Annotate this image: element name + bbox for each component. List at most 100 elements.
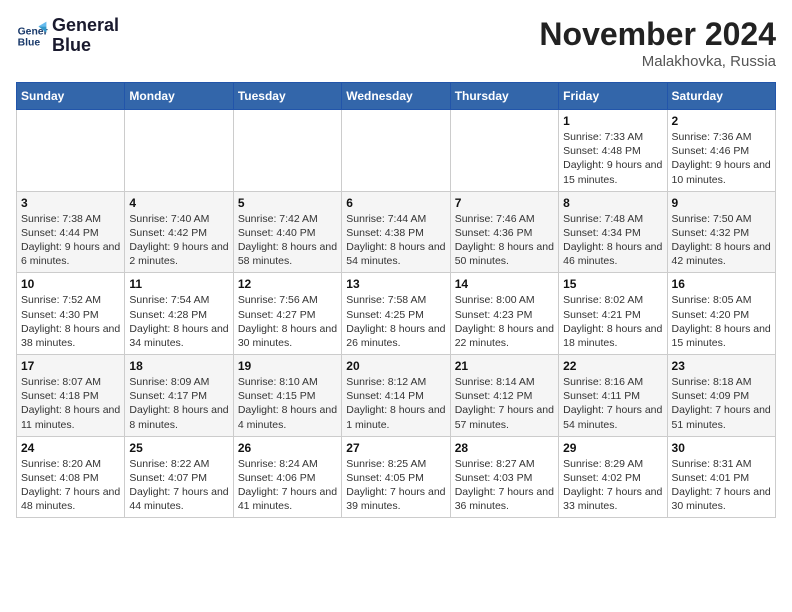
day-info: Sunrise: 7:52 AM Sunset: 4:30 PM Dayligh… <box>21 293 120 350</box>
calendar-cell: 18 Sunrise: 8:09 AM Sunset: 4:17 PM Dayli… <box>125 355 233 437</box>
calendar-cell <box>233 110 341 192</box>
day-info: Sunrise: 8:02 AM Sunset: 4:21 PM Dayligh… <box>563 293 662 350</box>
calendar-cell: 27Sunrise: 8:25 AM Sunset: 4:05 PM Dayli… <box>342 436 450 518</box>
week-row-2: 3Sunrise: 7:38 AM Sunset: 4:44 PM Daylig… <box>17 191 776 273</box>
day-info: Sunrise: 7:33 AM Sunset: 4:48 PM Dayligh… <box>563 130 662 187</box>
calendar-cell: 3Sunrise: 7:38 AM Sunset: 4:44 PM Daylig… <box>17 191 125 273</box>
calendar-cell: 4 Sunrise: 7:40 AM Sunset: 4:42 PM Daylig… <box>125 191 233 273</box>
day-number: 18 <box>129 359 228 373</box>
day-info: Sunrise: 7:56 AM Sunset: 4:27 PM Dayligh… <box>238 293 337 350</box>
day-number: 1 <box>563 114 662 128</box>
weekday-header-row: SundayMondayTuesdayWednesdayThursdayFrid… <box>17 83 776 110</box>
day-info: Sunrise: 7:50 AM Sunset: 4:32 PM Dayligh… <box>672 212 771 269</box>
day-info: Sunrise: 7:42 AM Sunset: 4:40 PM Dayligh… <box>238 212 337 269</box>
day-number: 14 <box>455 277 554 291</box>
day-info: Sunrise: 8:14 AM Sunset: 4:12 PM Dayligh… <box>455 375 554 432</box>
day-number: 9 <box>672 196 771 210</box>
svg-text:Blue: Blue <box>18 37 41 48</box>
week-row-3: 10Sunrise: 7:52 AM Sunset: 4:30 PM Dayli… <box>17 273 776 355</box>
day-info: Sunrise: 7:44 AM Sunset: 4:38 PM Dayligh… <box>346 212 445 269</box>
weekday-saturday: Saturday <box>667 83 775 110</box>
day-number: 26 <box>238 441 337 455</box>
day-info: Sunrise: 8:09 AM Sunset: 4:17 PM Dayligh… <box>129 375 228 432</box>
calendar-cell <box>17 110 125 192</box>
day-info: Sunrise: 8:25 AM Sunset: 4:05 PM Dayligh… <box>346 457 445 514</box>
calendar-cell: 1 Sunrise: 7:33 AM Sunset: 4:48 PM Daylig… <box>559 110 667 192</box>
day-info: Sunrise: 7:36 AM Sunset: 4:46 PM Dayligh… <box>672 130 771 187</box>
week-row-5: 24Sunrise: 8:20 AM Sunset: 4:08 PM Dayli… <box>17 436 776 518</box>
week-row-1: 1 Sunrise: 7:33 AM Sunset: 4:48 PM Daylig… <box>17 110 776 192</box>
page-header: General Blue General Blue November 2024 … <box>16 16 776 70</box>
calendar-cell: 10Sunrise: 7:52 AM Sunset: 4:30 PM Dayli… <box>17 273 125 355</box>
calendar-cell: 2 Sunrise: 7:36 AM Sunset: 4:46 PM Daylig… <box>667 110 775 192</box>
calendar-body: 1 Sunrise: 7:33 AM Sunset: 4:48 PM Daylig… <box>17 110 776 518</box>
weekday-monday: Monday <box>125 83 233 110</box>
calendar-cell: 7Sunrise: 7:46 AM Sunset: 4:36 PM Daylig… <box>450 191 558 273</box>
day-info: Sunrise: 8:29 AM Sunset: 4:02 PM Dayligh… <box>563 457 662 514</box>
day-info: Sunrise: 8:27 AM Sunset: 4:03 PM Dayligh… <box>455 457 554 514</box>
logo: General Blue General Blue <box>16 16 119 56</box>
weekday-friday: Friday <box>559 83 667 110</box>
calendar-cell: 21 Sunrise: 8:14 AM Sunset: 4:12 PM Dayli… <box>450 355 558 437</box>
day-number: 5 <box>238 196 337 210</box>
day-number: 8 <box>563 196 662 210</box>
calendar-table: SundayMondayTuesdayWednesdayThursdayFrid… <box>16 82 776 518</box>
day-info: Sunrise: 8:16 AM Sunset: 4:11 PM Dayligh… <box>563 375 662 432</box>
day-info: Sunrise: 7:54 AM Sunset: 4:28 PM Dayligh… <box>129 293 228 350</box>
day-info: Sunrise: 8:24 AM Sunset: 4:06 PM Dayligh… <box>238 457 337 514</box>
calendar-cell: 9 Sunrise: 7:50 AM Sunset: 4:32 PM Daylig… <box>667 191 775 273</box>
day-number: 30 <box>672 441 771 455</box>
day-info: Sunrise: 8:12 AM Sunset: 4:14 PM Dayligh… <box>346 375 445 432</box>
day-number: 28 <box>455 441 554 455</box>
day-number: 20 <box>346 359 445 373</box>
calendar-cell: 23 Sunrise: 8:18 AM Sunset: 4:09 PM Dayli… <box>667 355 775 437</box>
day-number: 19 <box>238 359 337 373</box>
day-number: 3 <box>21 196 120 210</box>
day-number: 7 <box>455 196 554 210</box>
day-number: 4 <box>129 196 228 210</box>
calendar-cell: 8Sunrise: 7:48 AM Sunset: 4:34 PM Daylig… <box>559 191 667 273</box>
day-info: Sunrise: 8:22 AM Sunset: 4:07 PM Dayligh… <box>129 457 228 514</box>
calendar-cell: 26 Sunrise: 8:24 AM Sunset: 4:06 PM Dayli… <box>233 436 341 518</box>
calendar-cell: 29 Sunrise: 8:29 AM Sunset: 4:02 PM Dayli… <box>559 436 667 518</box>
day-number: 17 <box>21 359 120 373</box>
title-block: November 2024 Malakhovka, Russia <box>539 16 776 70</box>
day-info: Sunrise: 8:20 AM Sunset: 4:08 PM Dayligh… <box>21 457 120 514</box>
weekday-tuesday: Tuesday <box>233 83 341 110</box>
day-number: 21 <box>455 359 554 373</box>
weekday-wednesday: Wednesday <box>342 83 450 110</box>
calendar-cell <box>450 110 558 192</box>
day-number: 6 <box>346 196 445 210</box>
day-number: 29 <box>563 441 662 455</box>
calendar-cell: 25Sunrise: 8:22 AM Sunset: 4:07 PM Dayli… <box>125 436 233 518</box>
calendar-cell: 15 Sunrise: 8:02 AM Sunset: 4:21 PM Dayli… <box>559 273 667 355</box>
calendar-cell: 24Sunrise: 8:20 AM Sunset: 4:08 PM Dayli… <box>17 436 125 518</box>
day-number: 23 <box>672 359 771 373</box>
calendar-cell: 30Sunrise: 8:31 AM Sunset: 4:01 PM Dayli… <box>667 436 775 518</box>
day-info: Sunrise: 8:18 AM Sunset: 4:09 PM Dayligh… <box>672 375 771 432</box>
day-info: Sunrise: 8:05 AM Sunset: 4:20 PM Dayligh… <box>672 293 771 350</box>
weekday-thursday: Thursday <box>450 83 558 110</box>
day-info: Sunrise: 8:00 AM Sunset: 4:23 PM Dayligh… <box>455 293 554 350</box>
day-number: 13 <box>346 277 445 291</box>
week-row-4: 17 Sunrise: 8:07 AM Sunset: 4:18 PM Dayli… <box>17 355 776 437</box>
day-info: Sunrise: 8:07 AM Sunset: 4:18 PM Dayligh… <box>21 375 120 432</box>
day-number: 2 <box>672 114 771 128</box>
calendar-cell: 14 Sunrise: 8:00 AM Sunset: 4:23 PM Dayli… <box>450 273 558 355</box>
calendar-cell: 12 Sunrise: 7:56 AM Sunset: 4:27 PM Dayli… <box>233 273 341 355</box>
day-number: 15 <box>563 277 662 291</box>
calendar-cell: 20 Sunrise: 8:12 AM Sunset: 4:14 PM Dayli… <box>342 355 450 437</box>
day-number: 22 <box>563 359 662 373</box>
calendar-cell: 22 Sunrise: 8:16 AM Sunset: 4:11 PM Dayli… <box>559 355 667 437</box>
day-number: 12 <box>238 277 337 291</box>
location: Malakhovka, Russia <box>539 53 776 70</box>
calendar-cell: 28 Sunrise: 8:27 AM Sunset: 4:03 PM Dayli… <box>450 436 558 518</box>
calendar-cell: 6 Sunrise: 7:44 AM Sunset: 4:38 PM Daylig… <box>342 191 450 273</box>
day-info: Sunrise: 7:58 AM Sunset: 4:25 PM Dayligh… <box>346 293 445 350</box>
day-info: Sunrise: 7:40 AM Sunset: 4:42 PM Dayligh… <box>129 212 228 269</box>
calendar-cell <box>125 110 233 192</box>
day-info: Sunrise: 8:10 AM Sunset: 4:15 PM Dayligh… <box>238 375 337 432</box>
calendar-cell: 17 Sunrise: 8:07 AM Sunset: 4:18 PM Dayli… <box>17 355 125 437</box>
day-number: 16 <box>672 277 771 291</box>
month-title: November 2024 <box>539 16 776 53</box>
